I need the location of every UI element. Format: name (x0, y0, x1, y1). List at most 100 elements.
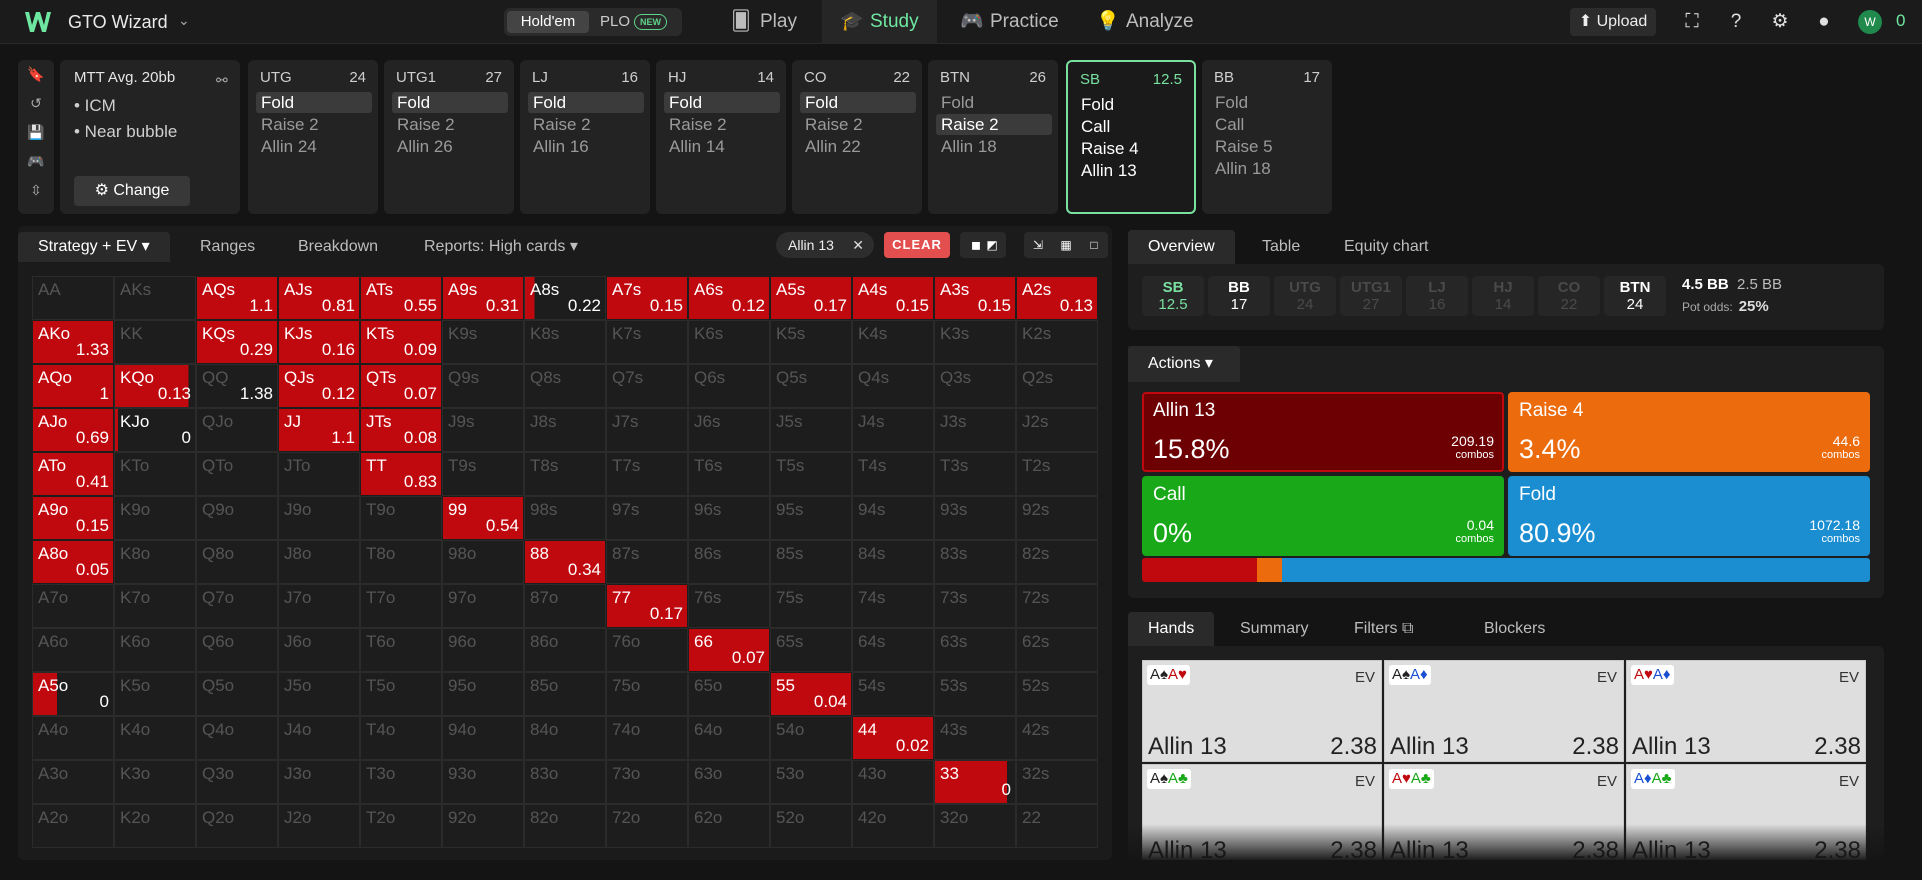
hand-cell[interactable]: K7s (606, 320, 688, 364)
change-button[interactable]: ⚙ Change (74, 176, 190, 206)
hand-cell[interactable]: A3s 0.15 (934, 276, 1016, 320)
hand-cell[interactable]: A8o 0.05 (32, 540, 114, 584)
hand-cell[interactable]: KQs 0.29 (196, 320, 278, 364)
hand-cell[interactable]: 63o (688, 760, 770, 804)
position-card-co[interactable]: CO 22 Fold Raise 2 Allin 22 (792, 60, 922, 214)
hand-cell[interactable]: Q2o (196, 804, 278, 848)
position-action[interactable]: Raise 2 (392, 114, 508, 135)
hand-cell[interactable]: 72s (1016, 584, 1098, 628)
game-type-toggle[interactable]: Hold'em PLO NEW (504, 8, 682, 36)
hand-cell[interactable]: AKs (114, 276, 196, 320)
hand-cell[interactable]: 22 (1016, 804, 1098, 848)
hand-cell[interactable]: Q4s (852, 364, 934, 408)
hand-cell[interactable]: T6o (360, 628, 442, 672)
hand-cell[interactable]: 84s (852, 540, 934, 584)
hand-cell[interactable]: KJo 0 (114, 408, 196, 452)
hand-cell[interactable]: A7o (32, 584, 114, 628)
hand-cell[interactable]: 72o (606, 804, 688, 848)
hand-cell[interactable]: A6s 0.12 (688, 276, 770, 320)
history-icon[interactable]: ↺ (18, 89, 54, 118)
hand-cell[interactable]: 64s (852, 628, 934, 672)
close-icon[interactable]: ✕ (852, 232, 864, 258)
hand-cell[interactable]: Q4o (196, 716, 278, 760)
tab-table[interactable]: Table (1242, 230, 1320, 264)
hand-cell[interactable]: K3s (934, 320, 1016, 364)
hand-card[interactable]: A♥A♦ EV Allin 13 2.38 (1626, 660, 1866, 762)
hand-cell[interactable]: T7s (606, 452, 688, 496)
hand-cell[interactable]: J9o (278, 496, 360, 540)
hand-cell[interactable]: K7o (114, 584, 196, 628)
help-icon[interactable]: ? (1724, 10, 1748, 34)
hand-cell[interactable]: A3o (32, 760, 114, 804)
hand-cell[interactable]: T2o (360, 804, 442, 848)
seat-lj[interactable]: LJ 16 (1406, 276, 1468, 316)
hand-cell[interactable]: 83o (524, 760, 606, 804)
hand-cell[interactable]: 93s (934, 496, 1016, 540)
position-action[interactable]: Fold (392, 92, 508, 113)
position-action[interactable]: Raise 5 (1210, 136, 1326, 157)
position-action[interactable]: Raise 2 (256, 114, 372, 135)
hand-cell[interactable]: 63s (934, 628, 1016, 672)
user-icon[interactable]: ● (1812, 10, 1836, 34)
hand-cell[interactable]: QJo (196, 408, 278, 452)
hand-cell[interactable]: T9o (360, 496, 442, 540)
hand-cell[interactable]: T7o (360, 584, 442, 628)
hand-cell[interactable]: A8s 0.22 (524, 276, 606, 320)
hand-cell[interactable]: K6s (688, 320, 770, 364)
hand-cell[interactable]: T3o (360, 760, 442, 804)
action-box-allin-13[interactable]: Allin 13 15.8% 209.19 combos (1142, 392, 1504, 472)
hand-cell[interactable]: 33 0 (934, 760, 1016, 804)
hand-cell[interactable]: 54s (852, 672, 934, 716)
hand-cell[interactable]: AA (32, 276, 114, 320)
seat-utg[interactable]: UTG 24 (1274, 276, 1336, 316)
tab-overview[interactable]: Overview (1128, 230, 1235, 264)
hand-card[interactable]: A♠A♦ EV Allin 13 2.38 (1384, 660, 1624, 762)
tab-equity-chart[interactable]: Equity chart (1324, 230, 1448, 264)
compress-icon[interactable]: ⇲ (1024, 232, 1052, 258)
hand-cell[interactable]: A2s 0.13 (1016, 276, 1098, 320)
position-action[interactable]: Call (1076, 116, 1192, 137)
hand-cell[interactable]: QQ 1.38 (196, 364, 278, 408)
hand-cell[interactable]: 74s (852, 584, 934, 628)
hand-cell[interactable]: K3o (114, 760, 196, 804)
hand-cell[interactable]: AJo 0.69 (32, 408, 114, 452)
gto-wizard-logo-icon[interactable] (24, 10, 52, 34)
hand-cell[interactable]: QTo (196, 452, 278, 496)
hand-cell[interactable]: 87o (524, 584, 606, 628)
hand-cell[interactable]: 54o (770, 716, 852, 760)
hand-cell[interactable]: Q7o (196, 584, 278, 628)
position-action[interactable]: Call (1210, 114, 1326, 135)
chevron-down-icon[interactable]: ⌄ (178, 12, 190, 29)
hand-cell[interactable]: JTs 0.08 (360, 408, 442, 452)
hand-cell[interactable]: 88 0.34 (524, 540, 606, 584)
hand-cell[interactable]: 73s (934, 584, 1016, 628)
hand-cell[interactable]: 86s (688, 540, 770, 584)
tab-hands[interactable]: Hands (1128, 612, 1215, 646)
position-action[interactable]: Fold (664, 92, 780, 113)
position-card-bb[interactable]: BB 17 Fold Call Raise 5 Allin 18 (1202, 60, 1332, 214)
hand-cell[interactable]: 42o (852, 804, 934, 848)
hand-cell[interactable]: K8s (524, 320, 606, 364)
upload-button[interactable]: ⬆ Upload (1570, 8, 1656, 36)
collapse-icon[interactable]: ⇳ (18, 176, 54, 205)
hand-cell[interactable]: Q6o (196, 628, 278, 672)
seat-bb[interactable]: BB 17 (1208, 276, 1270, 316)
position-action[interactable]: Allin 22 (800, 136, 916, 157)
position-action[interactable]: Fold (936, 92, 1052, 113)
hand-cell[interactable]: J3s (934, 408, 1016, 452)
position-action[interactable]: Allin 14 (664, 136, 780, 157)
hand-cell[interactable]: J3o (278, 760, 360, 804)
save-icon[interactable]: 💾 (18, 118, 54, 147)
tab-ranges[interactable]: Ranges (180, 232, 275, 262)
hand-cell[interactable]: 75s (770, 584, 852, 628)
tab-blockers[interactable]: Blockers (1464, 612, 1565, 646)
hand-cell[interactable]: K5s (770, 320, 852, 364)
hand-cell[interactable]: Q5o (196, 672, 278, 716)
hand-cell[interactable]: 52o (770, 804, 852, 848)
hand-cell[interactable]: J6o (278, 628, 360, 672)
nav-analyze[interactable]: 💡 Analyze (1084, 0, 1206, 44)
hand-cell[interactable]: J8s (524, 408, 606, 452)
hand-cell[interactable]: A4s 0.15 (852, 276, 934, 320)
hand-cell[interactable]: KTo (114, 452, 196, 496)
hand-cell[interactable]: A9o 0.15 (32, 496, 114, 540)
